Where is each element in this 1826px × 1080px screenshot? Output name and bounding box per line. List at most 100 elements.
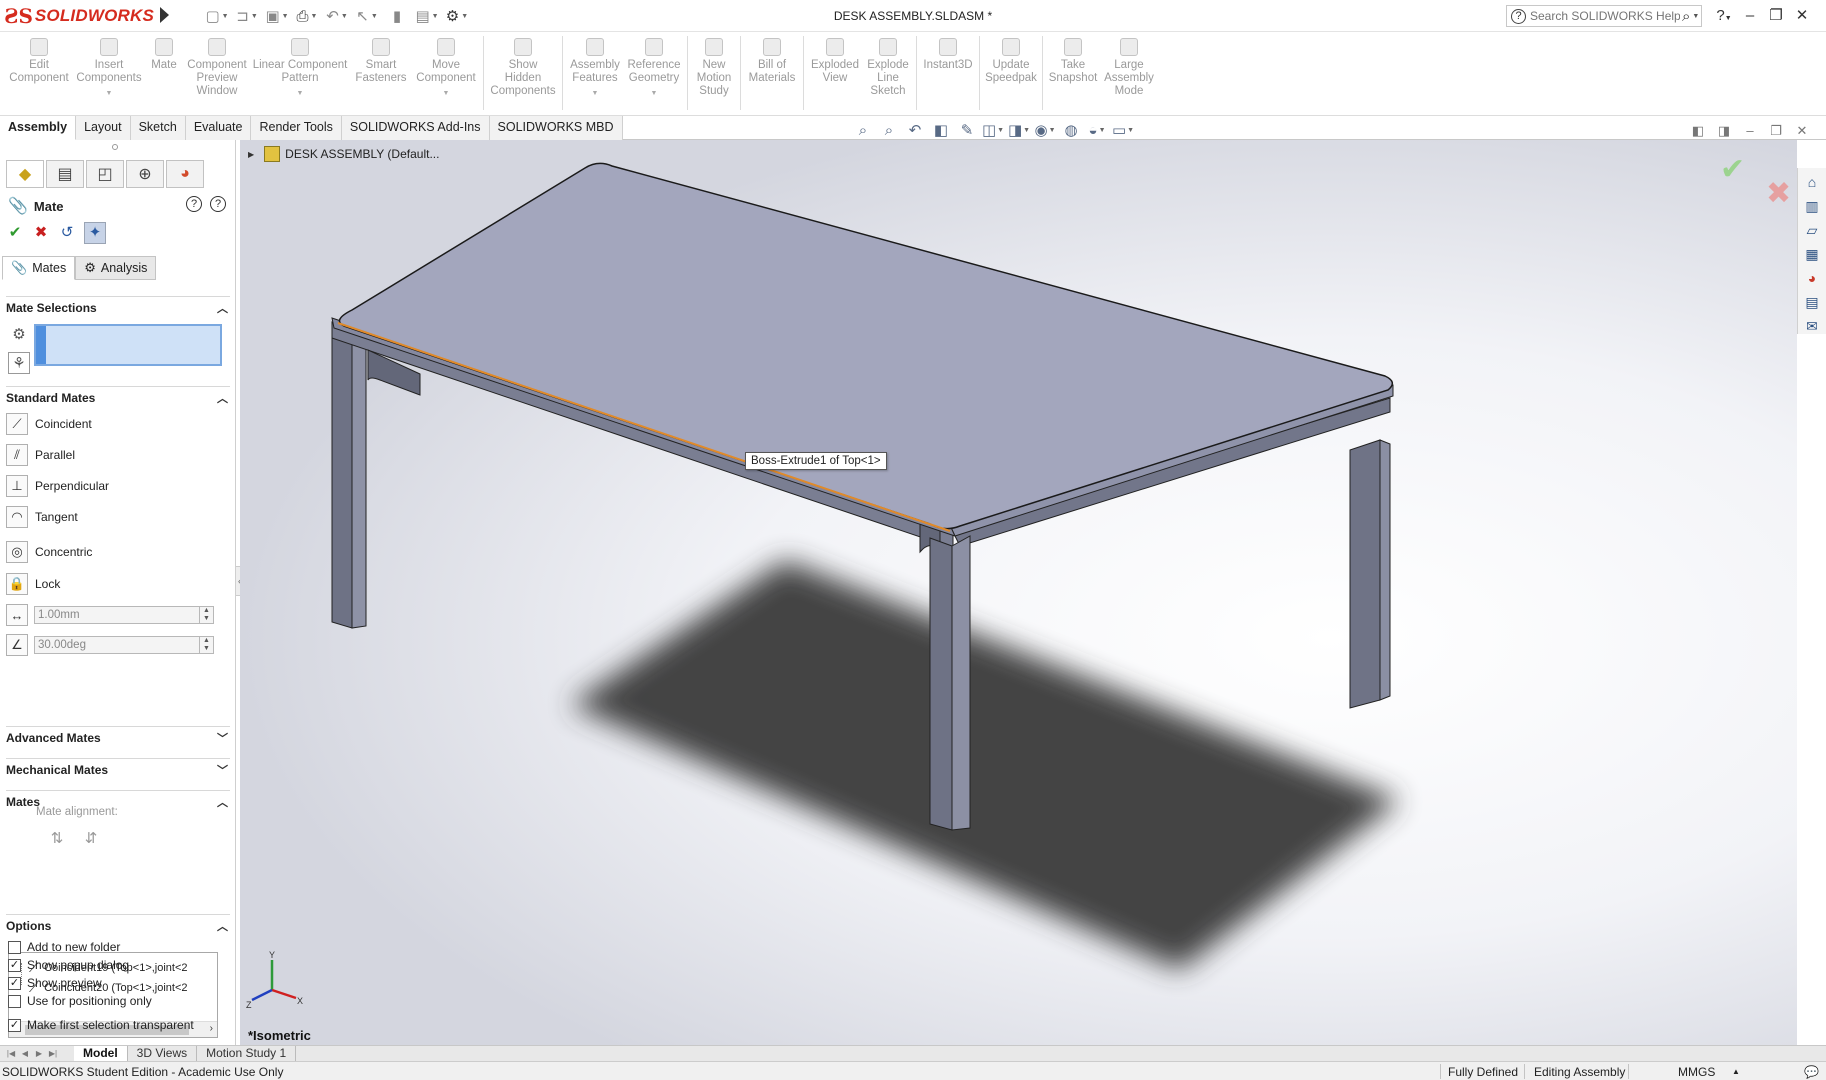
ribbon-show-hidden-components[interactable]: Show Hidden Components [487,32,559,98]
ribbon-linear-component-pattern[interactable]: Linear Component Pattern ▼ [250,32,350,100]
edit-appearance-icon[interactable]: ◍ [1060,120,1082,140]
section-mate-selections[interactable]: Mate Selections ︿ [6,296,230,315]
tab-render-tools[interactable]: Render Tools [251,116,342,140]
tab-evaluate[interactable]: Evaluate [185,116,252,140]
ribbon-new-motion-study[interactable]: New Motion Study [691,32,737,98]
distance-icon[interactable]: ↔ [6,604,28,626]
feature-tree-root[interactable]: ▶ DESK ASSEMBLY (Default... [248,146,439,162]
mate-tangent[interactable]: ◠ Tangent [6,505,206,529]
section-mechanical-mates[interactable]: Mechanical Mates ﹀ [6,758,230,777]
checkbox[interactable] [8,994,21,1008]
tab-sketch[interactable]: Sketch [130,116,186,140]
ribbon-instant3d[interactable]: Instant3D [920,32,976,72]
ribbon-mate[interactable]: Mate [144,32,184,72]
quick-tips-icon[interactable]: 💬 [1804,1065,1819,1079]
tab-solidworks-add-ins[interactable]: SOLIDWORKS Add-Ins [341,116,490,140]
select-icon[interactable]: ↖ ▼ [355,6,379,26]
ok-checkmark-icon[interactable]: ✔ [6,223,24,243]
option-show-popup-dialog[interactable]: ✓ Show popup dialog [8,957,129,973]
confirm-cancel-x-icon[interactable]: ✖ [1766,176,1791,211]
options-icon[interactable]: ⚙ ▼ [445,6,469,26]
keep-visible-pin-icon[interactable]: ✦ [84,222,106,244]
view-orientation-icon[interactable]: ◫ ▼ [982,120,1004,140]
ribbon-edit-component[interactable]: Edit Component [4,32,74,85]
checkbox[interactable]: ✓ [8,1018,21,1032]
ribbon-component-preview-window[interactable]: Component Preview Window [184,32,250,98]
confirm-ok-checkmark-icon[interactable]: ✔ [1720,152,1745,187]
solidworks-logo[interactable]: ƧS SOLIDWORKS [4,2,154,30]
ribbon-insert-components[interactable]: Insert Components ▼ [74,32,144,100]
doc-minimize-icon[interactable]: – [1740,122,1760,140]
last-tab-icon[interactable]: ▶| [46,1048,60,1060]
scroll-right-icon[interactable]: › [210,1023,213,1034]
section-advanced-mates[interactable]: Advanced Mates ﹀ [6,726,230,745]
cancel-x-icon[interactable]: ✖ [32,223,50,243]
undo-icon[interactable]: ↺ [58,223,76,243]
minimize-icon[interactable]: – [1738,5,1762,27]
ribbon-move-component[interactable]: Move Component ▼ [412,32,480,100]
tile-left-icon[interactable]: ◧ [1688,122,1708,140]
mate-lock[interactable]: 🔒 Lock [6,572,206,596]
desk-3d-model[interactable] [240,140,1797,1045]
angle-input[interactable] [34,636,200,654]
open-icon[interactable]: ⊐ ▼ [235,6,259,26]
ribbon-smart-fasteners[interactable]: Smart Fasteners [350,32,412,85]
section-mates[interactable]: Mates ︿ [6,790,230,809]
subtab-mates[interactable]: 📎 Mates [2,256,76,280]
menu-expand-arrow-icon[interactable] [160,7,169,23]
unit-system[interactable]: MMGS [1678,1065,1715,1079]
mate-concentric[interactable]: ◎ Concentric [6,540,206,564]
help-menu-icon[interactable]: ?▼ [1712,5,1736,27]
checkbox[interactable]: ✓ [8,958,21,972]
display-manager-tab-icon[interactable]: ◕ [166,160,204,188]
checkbox[interactable] [8,940,21,954]
home-icon[interactable]: ⌂ [1802,172,1822,192]
rebuild-icon[interactable]: ▮ [385,6,409,26]
view-palette-icon[interactable]: ▦ [1802,244,1822,264]
angle-icon[interactable]: ∠ [6,634,28,656]
graphics-area[interactable]: ▶ DESK ASSEMBLY (Default... Boss-Extrude… [240,140,1797,1045]
mate-parallel[interactable]: ⫽ Parallel [6,443,206,467]
doc-restore-icon[interactable]: ❐ [1766,122,1786,140]
option-add-to-new-folder[interactable]: Add to new folder [8,939,120,955]
file-properties-icon[interactable]: ▤ ▼ [415,6,439,26]
feature-manager-tab-icon[interactable]: ◆ [6,160,44,188]
option-make-first-selection-transparent[interactable]: ✓ Make first selection transparent [8,1017,194,1033]
option-show-preview[interactable]: ✓ Show preview [8,975,102,991]
tab-solidworks-mbd[interactable]: SOLIDWORKS MBD [489,116,623,140]
expand-arrow-icon[interactable]: ▶ [248,150,254,159]
tab-model[interactable]: Model [74,1045,128,1062]
undo-icon[interactable]: ↶ ▼ [325,6,349,26]
multiple-mate-mode-icon[interactable]: ⚘ [8,352,30,374]
tab-assembly[interactable]: Assembly [0,116,77,140]
apply-scene-icon[interactable]: ◒ ▼ [1086,120,1108,140]
ribbon-exploded-view[interactable]: Exploded View [807,32,863,85]
whats-wrong-help-icon[interactable]: ? [186,196,202,212]
prev-tab-icon[interactable]: ◀ [18,1048,32,1060]
help-search-input[interactable] [1530,9,1680,23]
anti-aligned-icon[interactable]: ⇵ [80,828,102,850]
aligned-icon[interactable]: ⇅ [46,828,68,850]
mate-selections-listbox[interactable] [34,324,222,366]
ribbon-reference-geometry[interactable]: Reference Geometry ▼ [624,32,684,100]
mate-coincident[interactable]: ⟋ Coincident [6,412,206,436]
previous-view-icon[interactable]: ↶ [904,120,926,140]
option-use-for-positioning-only[interactable]: Use for positioning only [8,993,152,1009]
new-icon[interactable]: ▢ ▼ [205,6,229,26]
custom-properties-icon[interactable]: ▤ [1802,292,1822,312]
hide-show-items-icon[interactable]: ◉ ▼ [1034,120,1056,140]
next-tab-icon[interactable]: ▶ [32,1048,46,1060]
mate-perpendicular[interactable]: ⊥ Perpendicular [6,474,206,498]
ribbon-update-speedpak[interactable]: Update Speedpak [983,32,1039,85]
ribbon-large-assembly-mode[interactable]: Large Assembly Mode [1100,32,1158,98]
print-icon[interactable]: ⎙ ▼ [295,6,319,26]
ribbon-explode-line-sketch[interactable]: Explode Line Sketch [863,32,913,98]
angle-spinner[interactable]: ▲ ▼ [200,636,214,654]
distance-input[interactable] [34,606,200,624]
checkbox[interactable]: ✓ [8,976,21,990]
section-options[interactable]: Options ︿ [6,914,230,933]
save-icon[interactable]: ▣ ▼ [265,6,289,26]
search-icon[interactable]: ⌕ [1682,8,1690,25]
tab-motion-study-1[interactable]: Motion Study 1 [197,1045,297,1062]
forum-icon[interactable]: ✉ [1802,316,1822,336]
